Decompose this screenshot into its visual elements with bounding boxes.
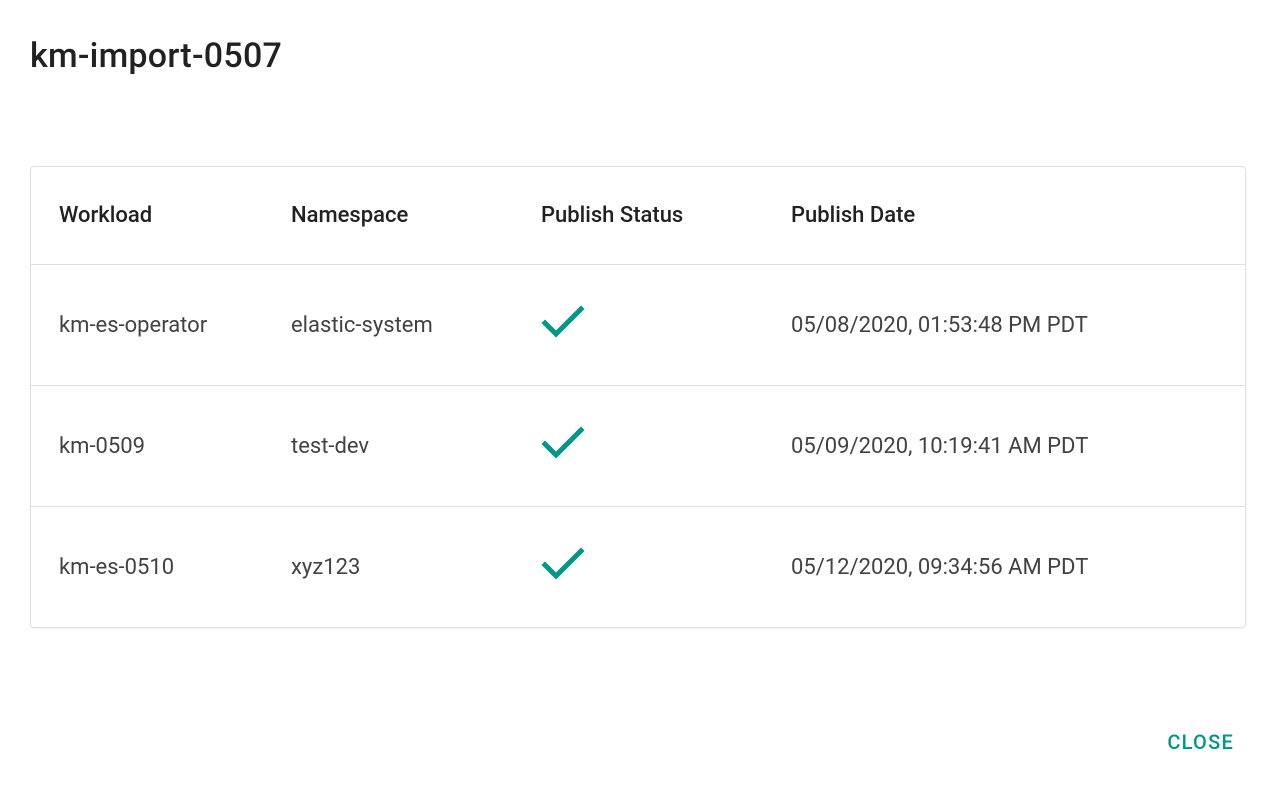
workload-table: Workload Namespace Publish Status Publis… — [31, 167, 1245, 627]
cell-workload: km-es-operator — [31, 265, 291, 386]
table-row: km-es-0510 xyz123 05/12/2020, 09:34:56 A… — [31, 507, 1245, 628]
cell-namespace: test-dev — [291, 386, 541, 507]
column-header-publish-date: Publish Date — [791, 167, 1245, 265]
column-header-publish-status: Publish Status — [541, 167, 791, 265]
table-row: km-es-operator elastic-system 05/08/2020… — [31, 265, 1245, 386]
cell-publish-status — [541, 386, 791, 507]
table-header-row: Workload Namespace Publish Status Publis… — [31, 167, 1245, 265]
column-header-namespace: Namespace — [291, 167, 541, 265]
table-row: km-0509 test-dev 05/09/2020, 10:19:41 AM… — [31, 386, 1245, 507]
cell-workload: km-0509 — [31, 386, 291, 507]
dialog-actions: CLOSE — [1155, 722, 1246, 762]
cell-publish-date: 05/09/2020, 10:19:41 AM PDT — [791, 386, 1245, 507]
check-icon — [541, 547, 585, 581]
cell-publish-status — [541, 507, 791, 628]
close-button[interactable]: CLOSE — [1155, 722, 1246, 762]
column-header-workload: Workload — [31, 167, 291, 265]
check-icon — [541, 305, 585, 339]
cell-namespace: elastic-system — [291, 265, 541, 386]
check-icon — [541, 426, 585, 460]
workload-table-card: Workload Namespace Publish Status Publis… — [30, 166, 1246, 628]
cell-namespace: xyz123 — [291, 507, 541, 628]
cell-workload: km-es-0510 — [31, 507, 291, 628]
cell-publish-date: 05/12/2020, 09:34:56 AM PDT — [791, 507, 1245, 628]
dialog-title: km-import-0507 — [0, 0, 1276, 76]
cell-publish-status — [541, 265, 791, 386]
cell-publish-date: 05/08/2020, 01:53:48 PM PDT — [791, 265, 1245, 386]
